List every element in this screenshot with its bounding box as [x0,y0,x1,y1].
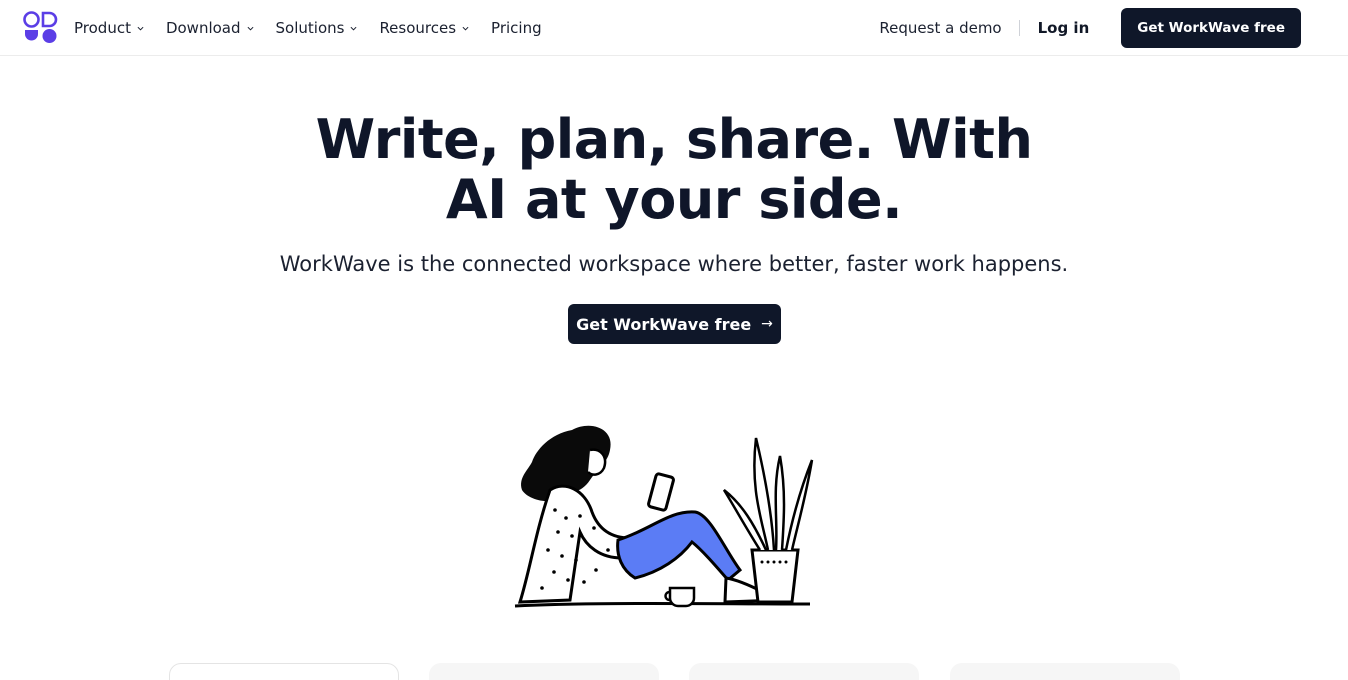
feature-card[interactable] [429,663,659,680]
get-workwave-free-button[interactable]: Get WorkWave free [1121,8,1301,48]
chevron-down-icon [247,26,254,31]
chevron-down-icon [137,26,144,31]
chevron-down-icon [350,26,357,31]
nav-item-label: Resources [379,19,457,37]
chevron-down-icon [462,26,469,31]
hero-title: Write, plan, share. With AI at your side… [0,110,1348,230]
nav-item-label: Solutions [275,19,345,37]
secondary-menu: Request a demo Log in Get WorkWave free [879,0,1301,56]
hero-subtitle: WorkWave is the connected workspace wher… [279,252,1069,276]
arrow-right-icon: → [761,316,773,332]
nav-item-label: Download [165,19,241,37]
feature-card[interactable] [950,663,1180,680]
nav-item-pricing[interactable]: Pricing [491,19,542,37]
nav-divider [1018,20,1020,36]
hero-title-line-2: AI at your side. [445,168,903,231]
nav-item-solutions[interactable]: Solutions [276,19,358,37]
nav-item-label: Pricing [491,19,542,37]
login-link[interactable]: Log in [1038,19,1090,37]
hero-title-line-1: Write, plan, share. With [315,108,1033,171]
reading-person-illustration [514,425,814,608]
feature-card[interactable] [169,663,399,680]
nav-item-label: Product [74,19,131,37]
hero-cta-button[interactable]: Get WorkWave free → [568,304,781,344]
nav-item-download[interactable]: Download [166,19,254,37]
primary-menu: Product Download Solutions Resources Pri… [74,0,564,56]
workwave-logo[interactable] [22,10,60,46]
nav-item-resources[interactable]: Resources [379,19,469,37]
hero-cta-label: Get WorkWave free [576,314,752,334]
top-navigation: Product Download Solutions Resources Pri… [0,0,1348,56]
nav-item-product[interactable]: Product [74,19,144,37]
request-demo-link[interactable]: Request a demo [879,19,1001,37]
feature-card[interactable] [689,663,919,680]
